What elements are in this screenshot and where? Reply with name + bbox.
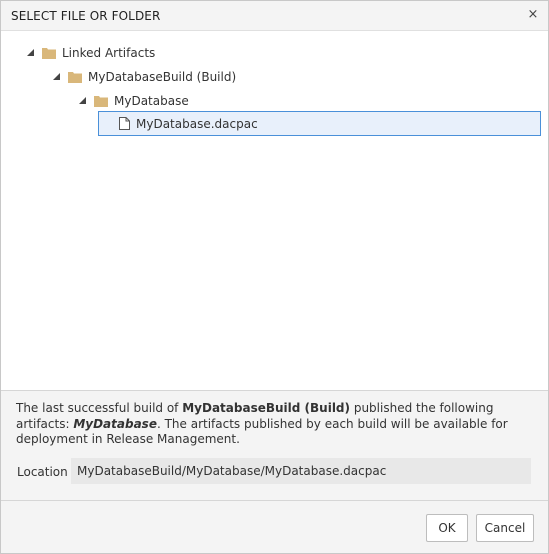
expanded-arrow-icon[interactable] (52, 72, 62, 82)
tree-node-label: MyDatabase (114, 94, 189, 108)
info-build-name: MyDatabaseBuild (Build) (182, 401, 351, 415)
folder-icon (42, 47, 56, 59)
tree-node-mydatabase[interactable]: MyDatabase (78, 90, 189, 112)
expanded-arrow-icon[interactable] (78, 96, 88, 106)
tree-node-mydatabasebuild[interactable]: MyDatabaseBuild (Build) (52, 66, 236, 88)
dialog-title: SELECT FILE OR FOLDER (11, 9, 161, 23)
expanded-arrow-icon[interactable] (26, 48, 36, 58)
folder-icon (94, 95, 108, 107)
file-icon (119, 117, 130, 130)
close-icon[interactable]: × (526, 8, 540, 22)
info-artifact-name: MyDatabase (73, 416, 157, 431)
dialog-titlebar: SELECT FILE OR FOLDER × (1, 1, 548, 31)
tree-node-label: MyDatabaseBuild (Build) (88, 70, 237, 84)
info-description: The last successful build of MyDatabaseB… (16, 401, 536, 448)
tree-node-label: MyDatabase.dacpac (136, 116, 258, 131)
select-file-dialog: SELECT FILE OR FOLDER × Linked Artifacts… (0, 0, 549, 554)
tree-node-label: Linked Artifacts (62, 46, 156, 60)
tree-node-linked-artifacts[interactable]: Linked Artifacts (26, 42, 155, 64)
location-label: Location (17, 465, 68, 479)
info-text-prefix: The last successful build of (16, 401, 183, 415)
cancel-button[interactable]: Cancel (476, 514, 534, 542)
folder-icon (68, 71, 82, 83)
tree-node-dacpac-selected[interactable]: MyDatabase.dacpac (98, 111, 541, 136)
info-panel: The last successful build of MyDatabaseB… (1, 390, 548, 500)
ok-button[interactable]: OK (426, 514, 468, 542)
dialog-footer: OK Cancel (1, 500, 548, 553)
artifact-tree: Linked Artifacts MyDatabaseBuild (Build)… (1, 32, 548, 390)
location-field: MyDatabaseBuild/MyDatabase/MyDatabase.da… (71, 458, 531, 484)
